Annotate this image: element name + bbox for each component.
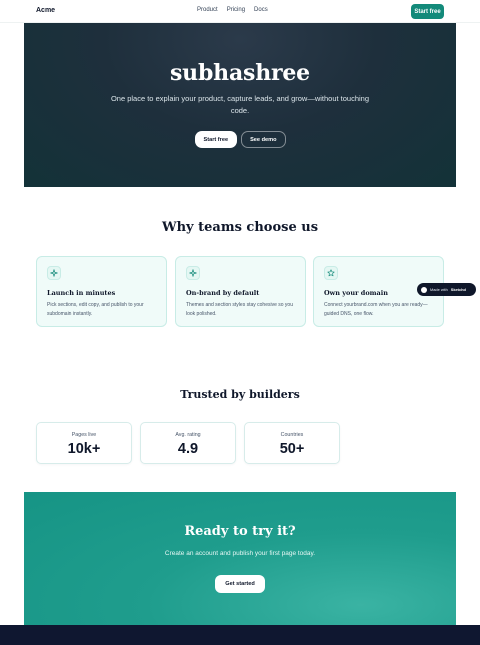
- feature-card-body: Pick sections, edit copy, and publish to…: [47, 302, 144, 317]
- hero-subtitle: One place to explain your product, captu…: [110, 94, 370, 115]
- cta-section: Ready to try it? Create an account and p…: [24, 492, 456, 625]
- hero-see-demo-button[interactable]: See demo: [241, 131, 286, 148]
- feature-card-body: Connect yourbrand.com when you are ready…: [324, 302, 428, 317]
- get-started-button[interactable]: Get started: [215, 575, 265, 593]
- stat-value: 10k+: [67, 441, 101, 457]
- feature-card-launch: Launch in minutes Pick sections, edit co…: [36, 256, 167, 327]
- badge-prefix: Made with: [430, 287, 448, 292]
- feature-card-body: Themes and section styles stay cohesive …: [186, 302, 293, 317]
- brand-logo[interactable]: Acme: [36, 7, 55, 14]
- hero-start-free-button[interactable]: Start free: [194, 131, 238, 148]
- feature-card-title: On-brand by default: [186, 289, 260, 297]
- trust-section-title: Trusted by builders: [180, 388, 300, 401]
- nav-link-docs[interactable]: Docs: [254, 7, 268, 13]
- cta-subtitle: Create an account and publish your first…: [164, 550, 316, 557]
- made-with-badge[interactable]: Made with Sketchd: [417, 283, 476, 296]
- stat-value: 4.9: [177, 441, 199, 457]
- feature-card-title: Launch in minutes: [47, 289, 116, 297]
- nav-link-product[interactable]: Product: [197, 7, 218, 13]
- sparkle-icon: [186, 266, 200, 280]
- cta-title: Ready to try it?: [184, 524, 296, 539]
- feature-card-brand: On-brand by default Themes and section s…: [175, 256, 306, 327]
- stat-card-pages: Pages live 10k+: [36, 422, 132, 464]
- stat-label: Avg. rating: [175, 432, 201, 438]
- hero-buttons: Start free See demo: [24, 131, 456, 148]
- top-navbar: Acme Product Pricing Docs Start free: [0, 0, 480, 23]
- stat-label: Pages live: [71, 432, 97, 438]
- sparkle-icon: [47, 266, 61, 280]
- stat-card-rating: Avg. rating 4.9: [140, 422, 236, 464]
- badge-name: Sketchd: [450, 287, 466, 292]
- stat-label: Countries: [280, 432, 304, 438]
- footer: [0, 625, 480, 645]
- nav-links: Product Pricing Docs: [197, 7, 268, 13]
- stat-card-countries: Countries 50+: [244, 422, 340, 464]
- feature-card-title: Own your domain: [324, 289, 388, 297]
- hero-title: subhashree: [170, 60, 310, 86]
- nav-start-free-button[interactable]: Start free: [411, 4, 444, 19]
- why-section-title: Why teams choose us: [161, 220, 319, 235]
- nav-link-pricing[interactable]: Pricing: [227, 7, 245, 13]
- star-icon: [324, 266, 338, 280]
- hero-section: subhashree One place to explain your pro…: [24, 23, 456, 187]
- badge-dot-icon: [421, 286, 427, 293]
- stat-value: 50+: [279, 441, 305, 457]
